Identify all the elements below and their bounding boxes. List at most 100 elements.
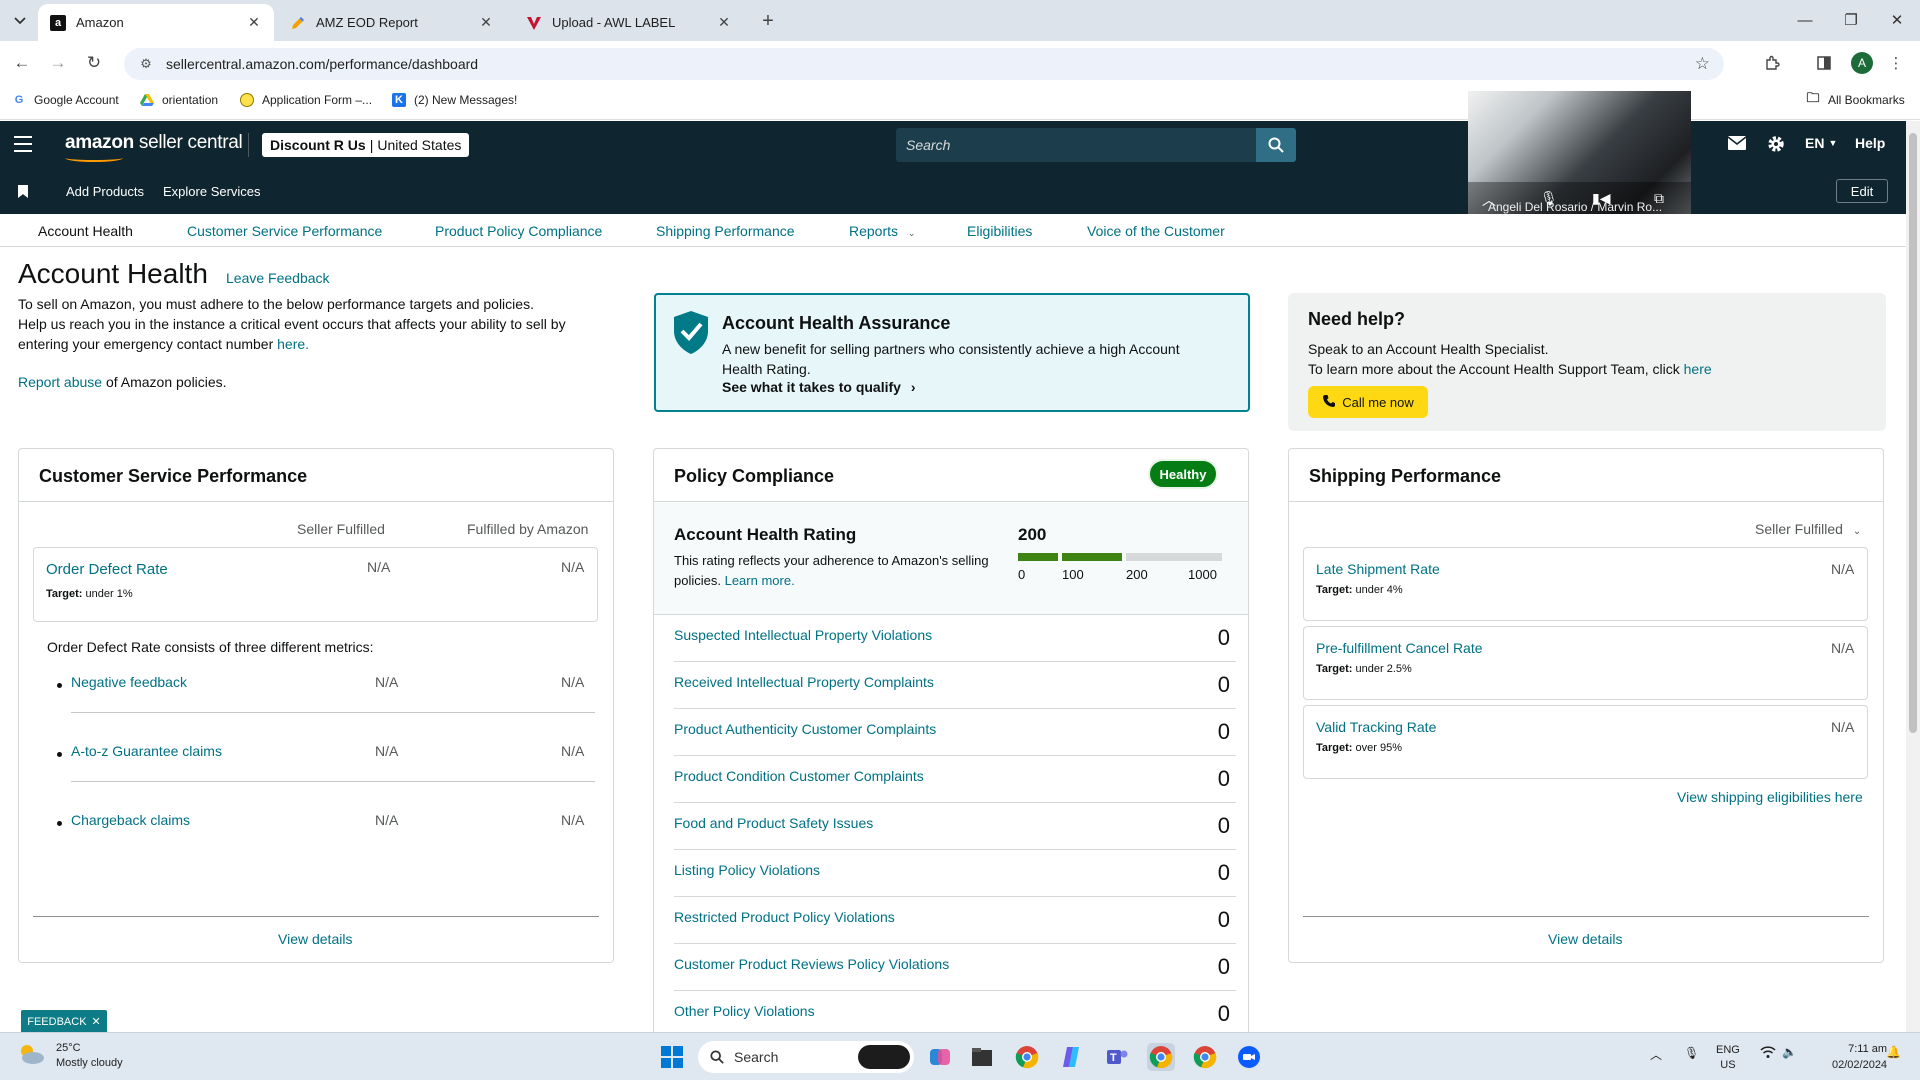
- order-defect-rate-link[interactable]: Order Defect Rate: [46, 561, 168, 578]
- bookmark-icon[interactable]: [18, 185, 28, 198]
- address-bar[interactable]: ⚙ sellercentral.amazon.com/performance/d…: [124, 48, 1724, 80]
- tab-upload-awl-label[interactable]: Upload - AWL LABEL ✕: [514, 4, 744, 41]
- valid-tracking-rate-link[interactable]: Valid Tracking Rate: [1316, 719, 1436, 735]
- store-switcher[interactable]: Discount R Us | United States: [262, 133, 470, 157]
- add-products-link[interactable]: Add Products: [66, 184, 144, 199]
- chrome-active-icon[interactable]: [1147, 1043, 1175, 1071]
- close-tab-icon[interactable]: ✕: [246, 14, 262, 31]
- emergency-contact-link[interactable]: here.: [277, 336, 309, 352]
- product-condition-complaints-link[interactable]: Product Condition Customer Complaints: [674, 768, 924, 784]
- close-icon[interactable]: ✕: [92, 1015, 101, 1028]
- nav-voice-of-the-customer[interactable]: Voice of the Customer: [1087, 223, 1225, 239]
- notification-bell-icon[interactable]: 🔔: [1886, 1045, 1901, 1059]
- page-scrollbar[interactable]: [1906, 121, 1920, 1032]
- gear-icon[interactable]: [1766, 134, 1786, 154]
- shipping-view-details-link[interactable]: View details: [1548, 931, 1622, 947]
- speaker-icon[interactable]: 🔈: [1782, 1045, 1797, 1059]
- bookmark-new-messages[interactable]: K (2) New Messages!: [392, 93, 517, 107]
- bookmark-orientation[interactable]: orientation: [140, 93, 218, 107]
- other-policy-violations-link[interactable]: Other Policy Violations: [674, 1003, 815, 1019]
- minimize-icon[interactable]: —: [1792, 8, 1818, 32]
- wifi-icon[interactable]: [1760, 1046, 1776, 1061]
- menu-dots-icon[interactable]: ⋮: [1884, 51, 1908, 75]
- late-shipment-rate-box: Late Shipment Rate Target: under 4% N/A: [1303, 547, 1868, 621]
- hamburger-menu-icon[interactable]: [14, 136, 32, 152]
- a-to-z-claims-link[interactable]: A-to-z Guarantee claims: [71, 743, 222, 759]
- extensions-icon[interactable]: [1760, 51, 1784, 75]
- reload-icon[interactable]: ↻: [82, 51, 106, 75]
- restricted-product-violations-link[interactable]: Restricted Product Policy Violations: [674, 909, 895, 925]
- video-call-overlay[interactable]: ︿ 🎙 ▮◀ ⧉ Angeli Del Rosario / Marvin Ro.…: [1468, 91, 1691, 216]
- product-authenticity-complaints-link[interactable]: Product Authenticity Customer Complaints: [674, 721, 936, 737]
- profile-avatar[interactable]: A: [1851, 52, 1873, 74]
- windows-start-icon[interactable]: [658, 1043, 686, 1071]
- leave-feedback-link[interactable]: Leave Feedback: [226, 270, 330, 286]
- back-icon[interactable]: ←: [10, 51, 34, 75]
- weather-widget[interactable]: 25°C Mostly cloudy: [16, 1041, 123, 1071]
- explore-services-link[interactable]: Explore Services: [163, 184, 261, 199]
- scrollbar-thumb[interactable]: [1909, 133, 1917, 733]
- csp-view-details-link[interactable]: View details: [278, 931, 352, 947]
- learn-more-link[interactable]: Learn more.: [725, 573, 795, 588]
- support-team-link[interactable]: here: [1684, 361, 1712, 377]
- side-panel-icon[interactable]: [1812, 51, 1836, 75]
- target-value: over 95%: [1352, 742, 1402, 754]
- nav-customer-service-performance[interactable]: Customer Service Performance: [187, 223, 382, 239]
- tab-amazon[interactable]: a Amazon ✕: [38, 4, 274, 41]
- nav-account-health[interactable]: Account Health: [38, 223, 133, 239]
- reviews-policy-violations-link[interactable]: Customer Product Reviews Policy Violatio…: [674, 956, 949, 972]
- new-tab-button[interactable]: +: [756, 9, 780, 33]
- seller-central-logo[interactable]: amazon seller central: [65, 132, 243, 162]
- nav-eligibilities[interactable]: Eligibilities: [967, 223, 1032, 239]
- edge-copilot-icon[interactable]: [1058, 1043, 1086, 1071]
- microphone-icon[interactable]: 🎙: [1684, 1046, 1699, 1060]
- received-ip-complaints-link[interactable]: Received Intellectual Property Complaint…: [674, 674, 934, 690]
- help-link[interactable]: Help: [1855, 135, 1885, 151]
- fulfillment-filter-dropdown[interactable]: Seller Fulfilled ⌄: [1755, 521, 1861, 537]
- call-me-now-button[interactable]: Call me now: [1308, 386, 1428, 418]
- file-explorer-icon[interactable]: [968, 1043, 996, 1071]
- site-info-icon[interactable]: ⚙: [138, 56, 154, 72]
- report-abuse-link[interactable]: Report abuse: [18, 374, 102, 390]
- forward-icon[interactable]: →: [46, 51, 70, 75]
- feedback-tab[interactable]: FEEDBACK ✕: [21, 1010, 107, 1033]
- system-clock[interactable]: 7:11 am 02/02/2024: [1832, 1041, 1887, 1073]
- taskbar-search[interactable]: Search: [698, 1041, 914, 1073]
- url-text[interactable]: sellercentral.amazon.com/performance/das…: [166, 56, 478, 72]
- nav-reports[interactable]: Reports ⌄: [849, 223, 915, 239]
- chrome-profile-icon[interactable]: [1191, 1043, 1219, 1071]
- search-input[interactable]: Search: [896, 128, 1256, 162]
- shipping-eligibilities-link[interactable]: View shipping eligibilities here: [1677, 789, 1863, 805]
- show-hidden-icons-icon[interactable]: ︿: [1650, 1046, 1662, 1063]
- zoom-icon[interactable]: [1235, 1043, 1263, 1071]
- chargeback-claims-link[interactable]: Chargeback claims: [71, 812, 190, 828]
- close-window-icon[interactable]: ✕: [1884, 8, 1910, 32]
- listing-policy-violations-link[interactable]: Listing Policy Violations: [674, 862, 820, 878]
- tab-search-button[interactable]: [8, 9, 32, 33]
- food-product-safety-link[interactable]: Food and Product Safety Issues: [674, 815, 873, 831]
- logo-amazon: amazon: [65, 132, 134, 153]
- mail-icon[interactable]: [1728, 136, 1746, 150]
- pre-fulfillment-cancel-rate-link[interactable]: Pre-fulfillment Cancel Rate: [1316, 640, 1483, 656]
- nav-product-policy-compliance[interactable]: Product Policy Compliance: [435, 223, 602, 239]
- close-tab-icon[interactable]: ✕: [478, 14, 494, 31]
- see-what-it-takes-link[interactable]: See what it takes to qualify ›: [722, 379, 916, 395]
- negative-feedback-link[interactable]: Negative feedback: [71, 674, 187, 690]
- chrome-icon[interactable]: [1013, 1043, 1041, 1071]
- language-selector[interactable]: EN ▼: [1805, 135, 1837, 151]
- restore-icon[interactable]: ❐: [1838, 8, 1864, 32]
- bookmark-star-icon[interactable]: ☆: [1695, 54, 1710, 74]
- search-button[interactable]: [1256, 128, 1296, 162]
- bookmark-google-account[interactable]: G Google Account: [12, 93, 119, 107]
- nav-shipping-performance[interactable]: Shipping Performance: [656, 223, 795, 239]
- teams-icon[interactable]: T: [1103, 1043, 1131, 1071]
- late-shipment-rate-link[interactable]: Late Shipment Rate: [1316, 561, 1440, 577]
- copilot-icon[interactable]: [926, 1043, 954, 1071]
- edit-button[interactable]: Edit: [1836, 179, 1888, 203]
- close-tab-icon[interactable]: ✕: [716, 14, 732, 31]
- suspected-ip-violations-link[interactable]: Suspected Intellectual Property Violatio…: [674, 627, 932, 643]
- all-bookmarks[interactable]: 🗀 All Bookmarks: [1806, 90, 1904, 107]
- input-language[interactable]: ENG US: [1716, 1043, 1740, 1073]
- tab-amz-eod-report[interactable]: AMZ EOD Report ✕: [278, 4, 506, 41]
- bookmark-application-form[interactable]: Application Form –...: [240, 93, 372, 107]
